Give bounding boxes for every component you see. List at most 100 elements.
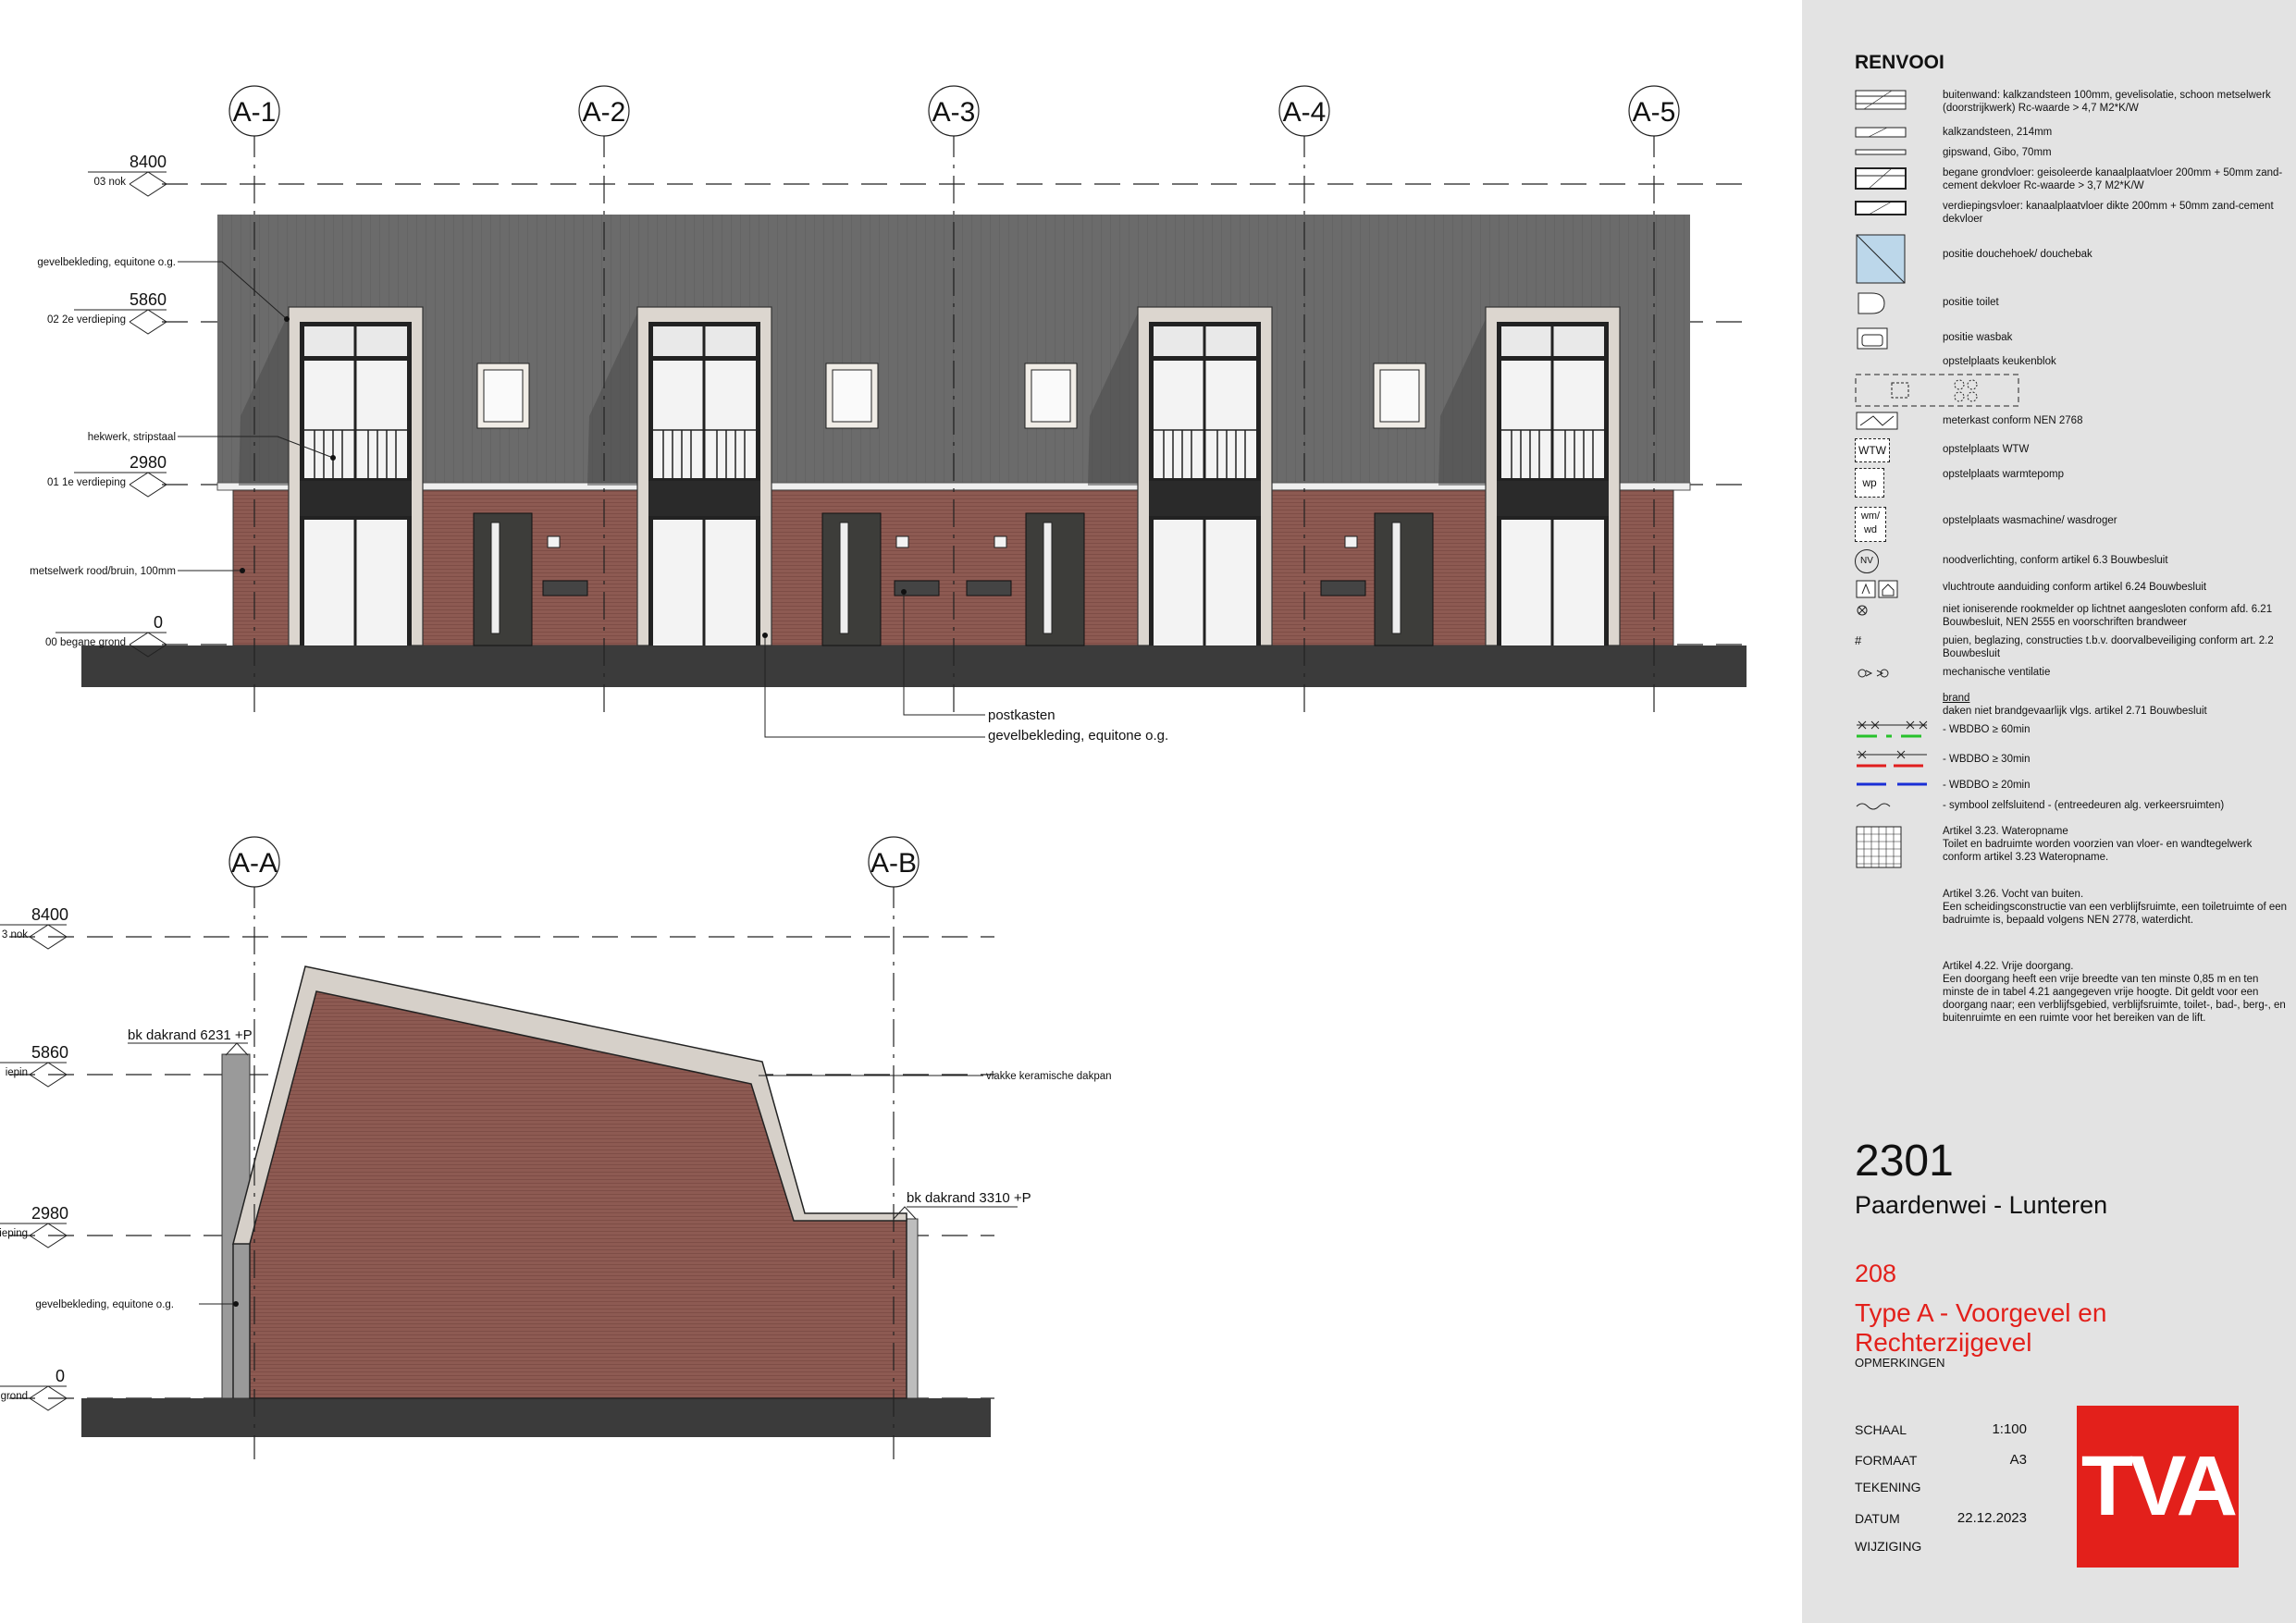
legend-text-block: Artikel 3.26. Vocht van buiten. Een schei… bbox=[1943, 889, 2288, 926]
legend-panel: RENVOOI buitenwand: kalkzandsteen 100mm,… bbox=[1802, 0, 2296, 1623]
level-value: 0 bbox=[56, 1367, 65, 1385]
front-ground bbox=[81, 646, 1747, 687]
legend-item: niet ioniserende rookmelder op lichtnet … bbox=[1855, 603, 2290, 634]
note-dakrand-2: bk dakrand 3310 +P bbox=[907, 1190, 1031, 1206]
sink-icon bbox=[1855, 326, 1929, 353]
legend-item: mechanische ventilatie bbox=[1855, 666, 2290, 692]
legend-item: verdiepingsvloer: kanaalplaatvloer dikte… bbox=[1855, 200, 2290, 233]
hash-icon: # bbox=[1855, 633, 1862, 647]
project-number: 2301 bbox=[1855, 1137, 1954, 1186]
legend-item: kalkzandsteen, 214mm bbox=[1855, 126, 2290, 146]
formaat-value: A3 bbox=[2009, 1452, 2027, 1468]
level-name: 00 begane grond bbox=[45, 637, 126, 648]
dormer-4 bbox=[1485, 306, 1621, 646]
legend-item: NV noodverlichting, conform artikel 6.3 … bbox=[1855, 549, 2290, 579]
grid-label: A-1 bbox=[233, 97, 277, 128]
level-value: 0 bbox=[154, 613, 163, 632]
grid-label: A-4 bbox=[1283, 97, 1327, 128]
legend-item: buitenwand: kalkzandsteen 100mm, gevelis… bbox=[1855, 89, 2290, 126]
level-name: 03 nok bbox=[93, 177, 126, 188]
side-ground bbox=[81, 1398, 991, 1437]
legend-item: - WBDBO ≥ 30min bbox=[1855, 747, 2290, 777]
brand-header: brand daken niet brandgevaarlijk vlgs. ar… bbox=[1943, 693, 2207, 717]
wtw-icon: WTW bbox=[1855, 438, 1929, 466]
level-value: 2980 bbox=[130, 453, 167, 472]
dormer-1 bbox=[288, 306, 424, 646]
grid-label: A-5 bbox=[1633, 97, 1676, 128]
note-gevelbekleding-2: gevelbekleding, equitone o.g. bbox=[988, 728, 1168, 744]
legend-item: positie wasbak bbox=[1855, 326, 2290, 355]
level-value: 8400 bbox=[130, 153, 167, 171]
grid-label: A-B bbox=[870, 848, 917, 879]
emergency-light-icon: NV bbox=[1855, 549, 1929, 577]
project-name: Paardenwei - Lunteren bbox=[1855, 1191, 2108, 1219]
wbdbo-60-icon bbox=[1855, 718, 1929, 745]
drawing-number: 208 bbox=[1855, 1260, 1897, 1287]
front-elevation: A-1 A-2 A-3 A-4 A-5 8400 5860 2980 0 03 … bbox=[30, 85, 1747, 744]
grid-label: A-2 bbox=[583, 97, 626, 128]
legend-item: wm/wd opstelplaats wasmachine/ wasdroger bbox=[1855, 507, 2290, 549]
note-hekwerk: hekwerk, stripstaal bbox=[88, 432, 176, 443]
wall-symbol-icon bbox=[1855, 89, 1929, 117]
renvooi-title: RENVOOI bbox=[1855, 52, 1944, 73]
heatpump-icon: wp bbox=[1855, 468, 1929, 498]
legend-item: - symbool zelfsluitend - (entreedeuren a… bbox=[1855, 799, 2290, 821]
washer-icon: wm/wd bbox=[1855, 507, 1929, 542]
legend-item: opstelplaats keukenblok bbox=[1855, 355, 2290, 411]
note-dakrand-1: bk dakrand 6231 +P bbox=[128, 1027, 253, 1043]
legend-list: buitenwand: kalkzandsteen 100mm, gevelis… bbox=[1855, 89, 2290, 1025]
level-name: grond bbox=[1, 1391, 28, 1402]
legend-item: meterkast conform NEN 2768 bbox=[1855, 411, 2290, 438]
note-postkasten: postkasten bbox=[988, 707, 1055, 723]
note-gevelbekleding-side: gevelbekleding, equitone o.g. bbox=[35, 1299, 174, 1310]
level-value: 2980 bbox=[31, 1204, 68, 1223]
meterkast-icon bbox=[1855, 411, 1929, 438]
dormer-2 bbox=[636, 306, 772, 646]
tile-grid-icon bbox=[1855, 825, 1929, 868]
kitchen-icon bbox=[1855, 374, 2021, 407]
wijziging-label: WIJZIGING bbox=[1855, 1539, 1922, 1554]
level-name: 01 1e verdieping bbox=[47, 477, 126, 488]
wbdbo-30-icon bbox=[1855, 747, 1929, 775]
legend-item: - WBDBO ≥ 60min bbox=[1855, 718, 2290, 747]
level-name: iepin bbox=[6, 1067, 28, 1078]
smoke-detector-icon bbox=[1855, 603, 1929, 631]
legend-item: vluchtroute aanduiding conform artikel 6… bbox=[1855, 579, 2290, 603]
level-name: ieping bbox=[0, 1228, 28, 1239]
schaal-label: SCHAAL bbox=[1855, 1422, 1907, 1437]
legend-item: - WBDBO ≥ 20min bbox=[1855, 777, 2290, 799]
datum-label: DATUM bbox=[1855, 1511, 1900, 1526]
level-name: 3 nok bbox=[2, 929, 28, 941]
dormer-3 bbox=[1137, 306, 1273, 646]
legend-item: positie toilet bbox=[1855, 290, 2290, 326]
legend-item: gipswand, Gibo, 70mm bbox=[1855, 146, 2290, 166]
schaal-value: 1:100 bbox=[1992, 1421, 2027, 1437]
level-name: 02 2e verdieping bbox=[47, 314, 126, 326]
drawing-title: Type A - Voorgevel en Rechterzijgevel bbox=[1855, 1298, 2107, 1357]
shower-icon bbox=[1855, 233, 1929, 284]
floor-symbol-icon bbox=[1855, 166, 1929, 194]
level-value: 5860 bbox=[31, 1043, 68, 1062]
note-dakpan: vlakke keramische dakpan bbox=[986, 1071, 1112, 1082]
note-metselwerk: metselwerk rood/bruin, 100mm bbox=[30, 566, 176, 577]
level-value: 5860 bbox=[130, 290, 167, 309]
grid-label: A-3 bbox=[932, 97, 976, 128]
legend-item: begane grondvloer: geisoleerde kanaalpla… bbox=[1855, 166, 2290, 200]
legend-item: positie douchehoek/ douchebak bbox=[1855, 233, 2290, 290]
ventilation-icon bbox=[1855, 666, 1929, 694]
toilet-icon bbox=[1855, 290, 1929, 318]
side-elevation: A-A A-B 8400 5860 2980 0 3 nok iepin iep… bbox=[0, 836, 1112, 1459]
grid-label: A-A bbox=[231, 848, 278, 879]
datum-value: 22.12.2023 bbox=[1957, 1510, 2027, 1526]
verdieping-symbol-icon bbox=[1855, 200, 1929, 227]
tekening-label: TEKENING bbox=[1855, 1480, 1921, 1494]
legend-item: WTW opstelplaats WTW bbox=[1855, 438, 2290, 468]
opmerkingen-label: OPMERKINGEN bbox=[1855, 1356, 1945, 1370]
legend-item: # puien, beglazing, constructies t.b.v. … bbox=[1855, 634, 2290, 666]
legend-item: wp opstelplaats warmtepomp bbox=[1855, 468, 2290, 507]
note-gevelbekleding: gevelbekleding, equitone o.g. bbox=[37, 257, 176, 268]
level-value: 8400 bbox=[31, 905, 68, 924]
drawing-sheet: A-1 A-2 A-3 A-4 A-5 8400 5860 2980 0 03 … bbox=[0, 85, 1747, 1459]
tva-logo: TVA bbox=[2077, 1406, 2239, 1568]
legend-text-block: Artikel 4.22. Vrije doorgang. Een doorgan… bbox=[1943, 961, 2286, 1024]
